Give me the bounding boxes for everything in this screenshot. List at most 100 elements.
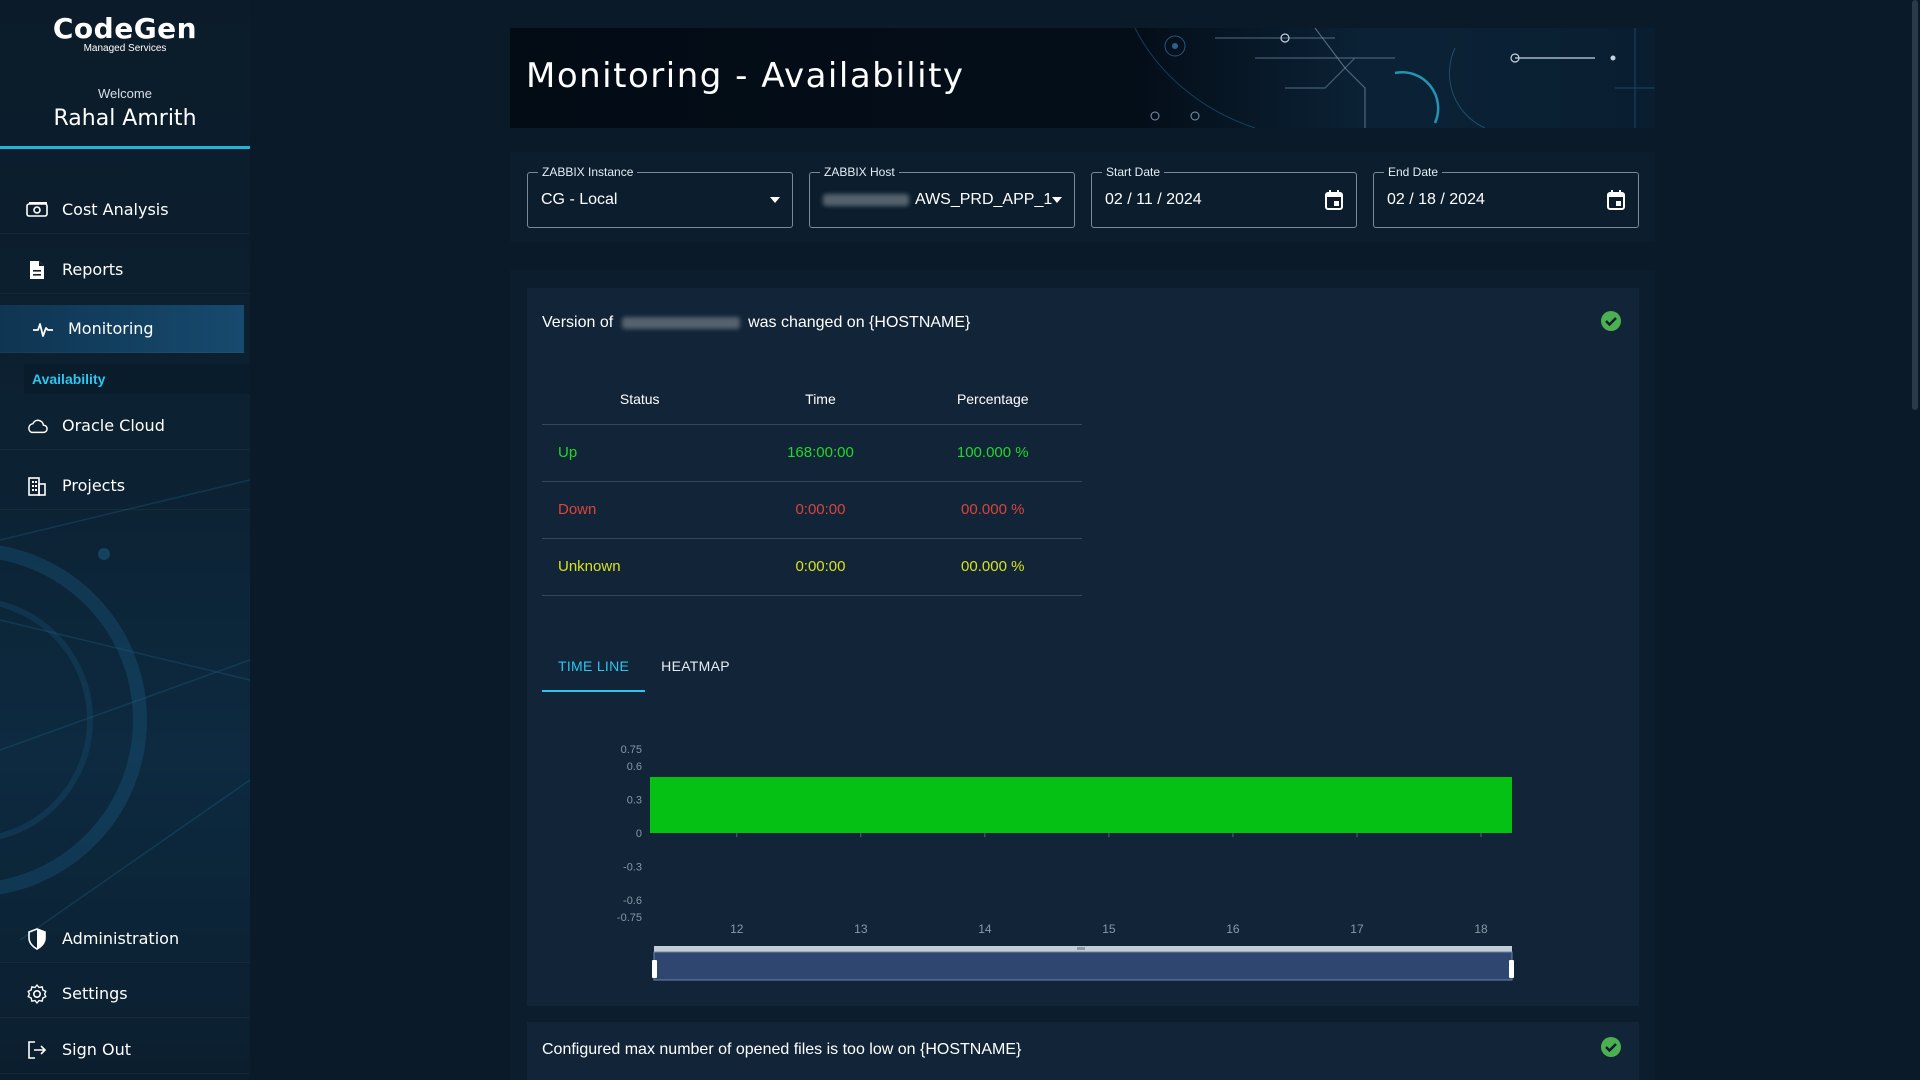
column-header-time: Time [737,374,904,425]
calendar-icon[interactable] [1606,189,1626,216]
redacted-text [823,193,909,206]
filter-bar: ZABBIX Instance CG - Local ZABBIX Host A… [510,152,1655,242]
sidebar-item-settings[interactable]: Settings [0,970,250,1018]
sidebar-item-oracle-cloud[interactable]: Oracle Cloud [0,402,250,450]
trigger-title-prefix: Version of [542,314,614,331]
y-tick-label: 0.75 [621,744,642,756]
caret-down-icon [770,197,780,203]
shield-icon [26,927,48,950]
document-icon [26,259,48,281]
user-name: Rahal Amrith [53,106,197,131]
x-tick-label: 14 [978,922,992,936]
time-cell: 0:00:00 [737,481,904,539]
y-tick-label: -0.6 [623,895,642,907]
percentage-cell: 00.000 % [903,538,1082,596]
field-value: AWS_PRD_APP_1 [823,191,1052,209]
sidebar-item-label: Reports [62,260,124,279]
field-value: CG - Local [541,191,618,208]
trigger-title: Version of was changed on {HOSTNAME} [542,314,970,332]
time-cell: 168:00:00 [737,424,904,482]
table-row-up: Up 168:00:00 100.000 % [542,424,1082,482]
trigger-2-title: Configured max number of opened files is… [542,1041,1022,1058]
brand-name: CodeGen [52,12,198,45]
zabbix-host-select[interactable]: ZABBIX Host AWS_PRD_APP_1 [809,165,1075,228]
availability-table: Status Time Percentage Up 168:00:00 100.… [542,374,1082,596]
status-cell: Down [542,481,738,539]
start-date-input[interactable]: Start Date 02 / 11 / 2024 [1091,165,1357,228]
user-divider [0,146,250,149]
zabbix-instance-select[interactable]: ZABBIX Instance CG - Local [527,165,793,228]
field-value: 02 / 11 / 2024 [1105,191,1202,208]
caret-down-icon [1052,197,1062,203]
sidebar-item-sign-out[interactable]: Sign Out [0,1026,250,1074]
x-tick-label: 17 [1350,922,1364,936]
brand-logo[interactable]: CodeGen Managed Services [0,12,250,54]
time-cell: 0:00:00 [737,538,904,596]
page-header-banner: Monitoring - Availability [510,28,1655,128]
status-cell: Unknown [542,538,738,596]
x-tick-label: 15 [1102,922,1116,936]
field-value: 02 / 18 / 2024 [1387,191,1485,208]
y-tick-label: 0 [636,828,642,840]
table-header-row: Status Time Percentage [542,374,1082,425]
page-title: Monitoring - Availability [526,56,965,96]
y-tick-label: -0.3 [623,862,642,874]
table-row-unknown: Unknown 0:00:00 00.000 % [542,538,1082,596]
percentage-cell: 100.000 % [903,424,1082,482]
range-handle-right [1509,960,1514,978]
building-icon [26,475,48,497]
check-circle-icon [1600,310,1622,337]
welcome-text: Welcome [98,86,152,101]
host-name: AWS_PRD_APP_1 [915,191,1053,208]
sidebar-item-label: Administration [62,929,180,948]
status-cell: Up [542,424,738,482]
trigger-title-suffix: was changed on {HOSTNAME} [748,314,971,331]
sign-out-icon [26,1039,48,1061]
pulse-icon [32,318,54,340]
calendar-icon[interactable] [1324,189,1344,216]
sidebar-item-label: Sign Out [62,1040,131,1059]
sidebar-item-administration[interactable]: Administration [0,915,250,963]
table-row-down: Down 0:00:00 00.000 % [542,481,1082,539]
sidebar-subitem-label: Availability [32,371,106,387]
field-label: ZABBIX Instance [538,165,638,179]
x-tick-label: 13 [854,922,868,936]
sidebar-item-label: Monitoring [68,319,154,338]
range-handle-left [652,960,657,978]
range-navigator-window [653,951,1513,981]
tab-time-line[interactable]: TIME LINE [542,648,646,692]
end-date-input[interactable]: End Date 02 / 18 / 2024 [1373,165,1639,228]
sidebar-item-label: Projects [62,476,126,495]
x-tick-label: 16 [1226,922,1240,936]
field-label: End Date [1384,165,1443,179]
cloud-icon [26,415,48,437]
money-icon [26,199,48,221]
brand-subtitle: Managed Services [83,43,167,54]
y-tick-label: 0.3 [627,794,642,806]
sidebar-item-cost-analysis[interactable]: Cost Analysis [0,186,250,234]
field-label: ZABBIX Host [820,165,899,179]
field-label: Start Date [1102,165,1165,179]
chart-tabs: TIME LINE HEATMAP [542,648,746,692]
y-tick-label: -0.75 [617,912,642,924]
sidebar-item-label: Settings [62,984,128,1003]
tab-heatmap[interactable]: HEATMAP [645,648,746,692]
check-circle-icon [1600,1036,1622,1063]
x-tick-label: 18 [1474,922,1488,936]
sidebar-subitem-availability[interactable]: Availability [24,364,250,394]
sidebar-item-projects[interactable]: Projects [0,462,250,510]
timeline-bar-up [650,777,1512,833]
column-header-status: Status [542,374,738,425]
percentage-cell: 00.000 % [903,481,1082,539]
sidebar-item-label: Oracle Cloud [62,416,165,435]
timeline-chart: 0.75 0.6 0.3 0 -0.3 -0.6 -0.75 12 13 14 15 16 17 18 [617,744,1514,981]
gear-icon [26,983,48,1005]
sidebar-item-reports[interactable]: Reports [0,246,250,294]
sidebar-item-monitoring[interactable]: Monitoring [0,305,244,353]
y-tick-label: 0.6 [627,761,642,773]
column-header-percentage: Percentage [903,374,1082,425]
tech-decoration [1134,28,1655,128]
redacted-text [621,316,740,329]
sidebar-item-label: Cost Analysis [62,200,169,219]
page-scrollbar[interactable] [1912,0,1918,410]
